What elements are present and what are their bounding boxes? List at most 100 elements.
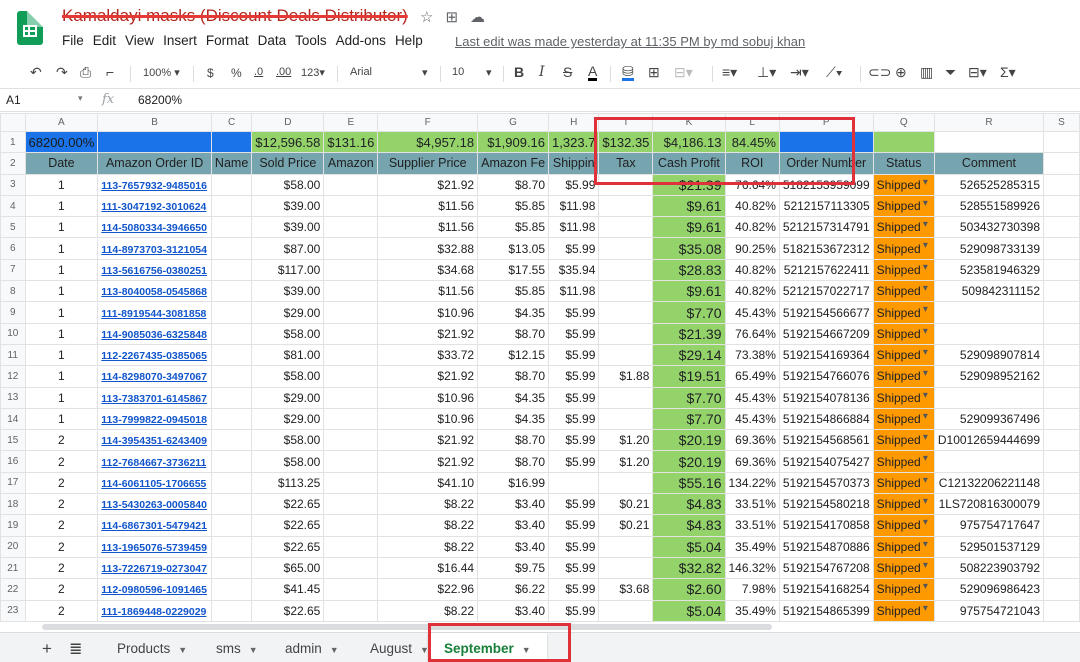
- order-id-link[interactable]: 111-3047192-3010624: [101, 201, 206, 213]
- name-cell[interactable]: [210, 578, 253, 601]
- tab-menu-chevron-icon[interactable]: ▼: [522, 645, 531, 655]
- roi-cell[interactable]: 134.22%: [724, 471, 780, 495]
- comment-cell[interactable]: 508223903792: [933, 556, 1045, 580]
- column-header-a[interactable]: A: [24, 113, 99, 132]
- name-cell[interactable]: [210, 535, 253, 558]
- roi-cell[interactable]: 45.43%: [724, 407, 780, 431]
- amazon-fee-cell[interactable]: $5.85: [477, 216, 550, 239]
- name-cell[interactable]: [210, 343, 253, 367]
- status-dropdown[interactable]: Shipped: [872, 450, 935, 473]
- empty-cell[interactable]: [1043, 386, 1080, 409]
- functions-icon[interactable]: Σ▾: [1000, 64, 1016, 81]
- sold-price-cell[interactable]: $58.00: [251, 322, 325, 345]
- date-cell[interactable]: 2: [24, 578, 99, 601]
- comment-cell[interactable]: 975754721043: [933, 599, 1045, 622]
- shipping-cell[interactable]: $5.99: [548, 407, 600, 431]
- supplier-price-cell[interactable]: $21.92: [377, 365, 479, 388]
- order-id-link[interactable]: 113-5430263-0005840: [101, 499, 207, 511]
- shipping-cell[interactable]: $35.94: [548, 258, 600, 282]
- comment-cell[interactable]: [933, 450, 1045, 473]
- name-box[interactable]: A1: [6, 93, 21, 107]
- column-header-p[interactable]: P: [778, 113, 874, 132]
- summary-cell-s[interactable]: [1043, 130, 1080, 154]
- status-dropdown[interactable]: Shipped: [872, 578, 935, 601]
- order-number-cell[interactable]: 5192154767208: [778, 556, 874, 580]
- order-id-cell[interactable]: 113-8040058-0545868: [97, 280, 212, 303]
- tax-cell[interactable]: [598, 194, 654, 218]
- amazon-fee-cell[interactable]: $8.70: [477, 173, 550, 196]
- name-cell[interactable]: [210, 407, 253, 431]
- name-cell[interactable]: [210, 386, 253, 409]
- sold-price-cell[interactable]: $58.00: [251, 365, 325, 388]
- amazon-fee-cell[interactable]: $9.75: [477, 556, 550, 580]
- filter-views-icon[interactable]: ⊟▾: [968, 64, 987, 81]
- name-cell[interactable]: [210, 514, 253, 537]
- tax-cell[interactable]: [598, 556, 654, 580]
- roi-cell[interactable]: 40.82%: [724, 194, 780, 218]
- order-id-link[interactable]: 114-6061105-1706655: [101, 478, 206, 490]
- row-header[interactable]: 18: [0, 493, 26, 516]
- row-header[interactable]: 14: [0, 407, 26, 431]
- amazon-cell[interactable]: [323, 471, 379, 495]
- row-header[interactable]: 10: [0, 322, 26, 345]
- order-number-cell[interactable]: 5182153959099: [778, 173, 874, 196]
- name-cell[interactable]: [210, 301, 253, 324]
- order-id-link[interactable]: 114-3954351-6243409: [101, 435, 207, 447]
- supplier-price-cell[interactable]: $33.72: [377, 343, 479, 367]
- cash-profit-cell[interactable]: $19.51: [652, 365, 726, 388]
- amazon-cell[interactable]: [323, 578, 379, 601]
- tax-cell[interactable]: [598, 322, 654, 345]
- shipping-cell[interactable]: $5.99: [548, 535, 600, 558]
- date-cell[interactable]: 1: [24, 194, 99, 218]
- status-dropdown[interactable]: Shipped: [872, 216, 935, 239]
- tax-cell[interactable]: $1.88: [598, 365, 654, 388]
- summary-cash-profit[interactable]: $4,186.13: [652, 130, 726, 154]
- column-title-amazon[interactable]: Amazon: [323, 152, 379, 175]
- order-id-cell[interactable]: 111-3047192-3010624: [97, 194, 212, 218]
- comment-cell[interactable]: 528551589926: [933, 194, 1045, 218]
- roi-cell[interactable]: 40.82%: [724, 216, 780, 239]
- column-header-s[interactable]: S: [1043, 113, 1080, 132]
- cash-profit-cell[interactable]: $29.14: [652, 343, 726, 367]
- order-id-link[interactable]: 113-7657932-9485016: [101, 180, 207, 192]
- date-cell[interactable]: 2: [24, 450, 99, 473]
- empty-cell[interactable]: [1043, 216, 1080, 239]
- summary-supplier-price[interactable]: $4,957.18: [377, 130, 479, 154]
- cash-profit-cell[interactable]: $7.70: [652, 407, 726, 431]
- supplier-price-cell[interactable]: $10.96: [377, 407, 479, 431]
- tab-menu-chevron-icon[interactable]: ▼: [330, 645, 339, 655]
- date-cell[interactable]: 2: [24, 599, 99, 622]
- column-title-date[interactable]: Date: [24, 152, 99, 175]
- column-title-amazon-fe[interactable]: Amazon Fe: [477, 152, 550, 175]
- more-formats-button[interactable]: 123▾: [301, 66, 325, 79]
- order-id-cell[interactable]: 114-8298070-3497067: [97, 365, 212, 388]
- roi-cell[interactable]: 33.51%: [724, 514, 780, 537]
- cash-profit-cell[interactable]: $21.39: [652, 322, 726, 345]
- sold-price-cell[interactable]: $81.00: [251, 343, 325, 367]
- empty-cell[interactable]: [1043, 599, 1080, 622]
- sheets-logo-icon[interactable]: [17, 11, 43, 45]
- column-title-cash-profit[interactable]: Cash Profit: [652, 152, 726, 175]
- column-header-h[interactable]: H: [548, 113, 600, 132]
- row-header[interactable]: 17: [0, 471, 26, 495]
- summary-cell-b[interactable]: [97, 130, 212, 154]
- supplier-price-cell[interactable]: $8.22: [377, 493, 479, 516]
- shipping-cell[interactable]: $5.99: [548, 514, 600, 537]
- amazon-cell[interactable]: [323, 237, 379, 260]
- sold-price-cell[interactable]: $65.00: [251, 556, 325, 580]
- add-sheet-icon[interactable]: +: [42, 639, 52, 659]
- row-header[interactable]: 15: [0, 429, 26, 452]
- shipping-cell[interactable]: $5.99: [548, 343, 600, 367]
- shipping-cell[interactable]: [548, 471, 600, 495]
- amazon-cell[interactable]: [323, 258, 379, 282]
- sold-price-cell[interactable]: $39.00: [251, 216, 325, 239]
- cash-profit-cell[interactable]: $55.16: [652, 471, 726, 495]
- status-dropdown[interactable]: Shipped: [872, 429, 935, 452]
- row-header[interactable]: 20: [0, 535, 26, 558]
- column-header-f[interactable]: F: [377, 113, 479, 132]
- date-cell[interactable]: 1: [24, 301, 99, 324]
- amazon-fee-cell[interactable]: $8.70: [477, 450, 550, 473]
- order-id-cell[interactable]: 113-7999822-0945018: [97, 407, 212, 431]
- order-id-link[interactable]: 114-8298070-3497067: [101, 371, 207, 383]
- name-cell[interactable]: [210, 471, 253, 495]
